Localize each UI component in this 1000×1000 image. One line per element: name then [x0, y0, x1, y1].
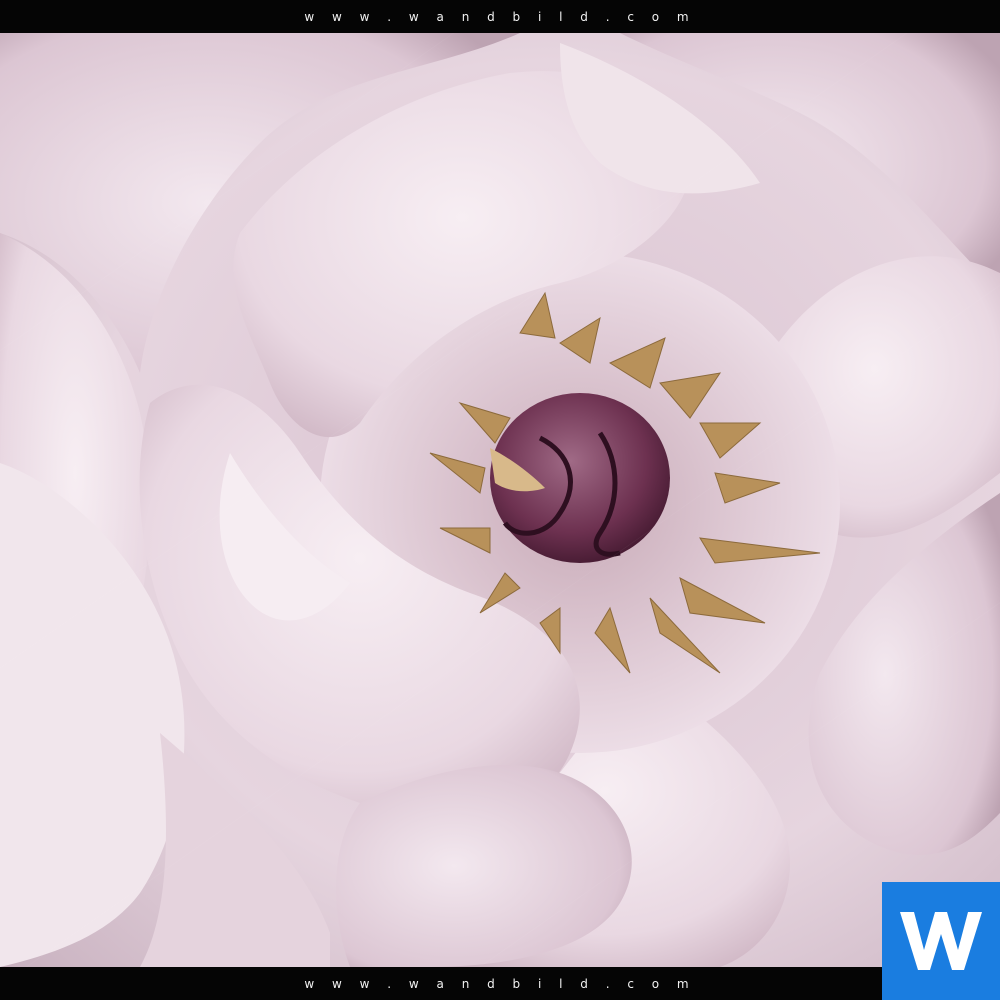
tiled-watermark	[0, 33, 1000, 967]
peony-illustration	[0, 33, 1000, 967]
top-watermark-text: w w w . w a n d b i l d . c o m	[304, 9, 696, 24]
image-frame: w w w . w a n d b i l d . c o m w w w . …	[0, 0, 1000, 1000]
bottom-watermark-text: w w w . w a n d b i l d . c o m	[304, 976, 696, 991]
bottom-watermark-bar: w w w . w a n d b i l d . c o m	[0, 967, 1000, 1000]
peony-photo	[0, 33, 1000, 967]
w-logo-icon	[900, 912, 982, 970]
wandbild-logo	[882, 882, 1000, 1000]
top-watermark-bar: w w w . w a n d b i l d . c o m	[0, 0, 1000, 33]
